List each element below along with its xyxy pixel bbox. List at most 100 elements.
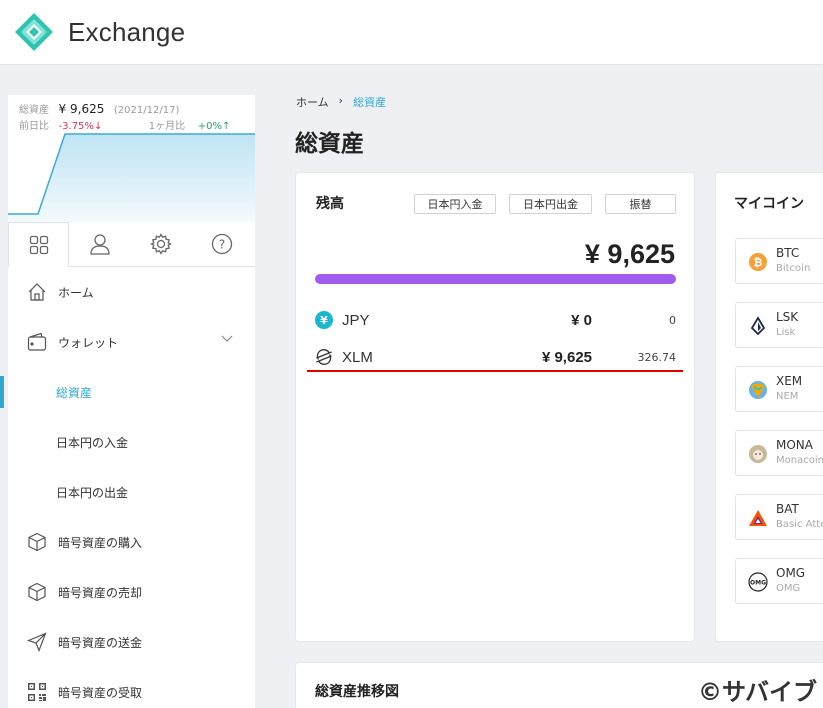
mini-chart-area (8, 134, 255, 222)
svg-text:¥: ¥ (320, 314, 328, 327)
total-summary-row: 総資産 ¥ 9,625 (2021/12/17) (19, 101, 179, 116)
sidebar-item-total-assets[interactable]: 総資産 (0, 367, 255, 417)
exchange-logo-icon[interactable] (14, 12, 54, 52)
gear-icon (149, 233, 172, 255)
user-icon (89, 234, 110, 255)
jpy-deposit-button[interactable]: 日本円入金 (414, 194, 496, 214)
sidebar-item-label: 暗号資産の受取 (58, 685, 143, 700)
sidebar-item-label: 日本円の入金 (56, 435, 129, 450)
asset-history-title: 総資産推移図 (315, 684, 399, 700)
balance-total: ¥ 9,625 (584, 239, 675, 269)
tab-account[interactable] (69, 222, 130, 266)
jpy-value: ¥ 9,625 (541, 348, 592, 366)
svg-text:OMG: OMG (750, 580, 766, 587)
sidebar-tabs: ? (8, 222, 255, 267)
coin-symbol: BAT (776, 502, 799, 516)
brand-title[interactable]: Exchange (68, 17, 185, 48)
sidebar-item-home[interactable]: ホーム (8, 267, 255, 317)
sidebar-item-label: ホーム (58, 285, 94, 300)
sidebar: 総資産 ¥ 9,625 (2021/12/17) 前日比 -3.75%↓ 1ヶ月… (0, 95, 255, 708)
balance-title: 残高 (316, 196, 344, 212)
sidebar-nav: ホーム ウォレット 総資産 日本円の入金 日本円の出金 暗号資産の購入 暗号資産… (0, 267, 255, 708)
asset-summary: 総資産 ¥ 9,625 (2021/12/17) 前日比 -3.75%↓ 1ヶ月… (8, 95, 255, 222)
coin-item-bat[interactable]: BAT Basic Atte (735, 494, 823, 540)
jpy-value: ¥ 0 (571, 311, 592, 329)
paper-plane-icon (26, 631, 48, 653)
nem-icon (749, 381, 767, 399)
page-title: 総資産 (295, 131, 364, 157)
sidebar-item-label: 暗号資産の売却 (58, 585, 143, 600)
cube-icon (26, 531, 48, 553)
sidebar-item-receive[interactable]: 暗号資産の受取 (8, 667, 255, 708)
coin-name: NEM (776, 391, 799, 402)
monacoin-icon (749, 445, 767, 463)
mini-asset-chart (8, 133, 255, 222)
cube-icon (26, 581, 48, 603)
coin-name: Basic Atte (776, 519, 823, 530)
sidebar-item-jpy-deposit[interactable]: 日本円の入金 (8, 417, 255, 467)
svg-text:?: ? (218, 238, 224, 252)
coin-amount: 0 (669, 313, 676, 327)
coin-item-omg[interactable]: OMG OMG OMG (735, 558, 823, 604)
watermark: ©サバイブ (697, 678, 817, 706)
balance-card: 残高 日本円入金 日本円出金 振替 ¥ 9,625 ¥ JPY ¥ 0 0 XL… (295, 172, 695, 642)
sidebar-item-label: 暗号資産の送金 (58, 635, 143, 650)
chevron-down-icon[interactable] (221, 335, 233, 343)
svg-text:₿: ₿ (754, 256, 763, 269)
sidebar-item-label: 総資産 (56, 385, 93, 400)
total-label: 総資産 (19, 105, 49, 116)
sidebar-item-label: 日本円の出金 (56, 485, 129, 500)
currency-name: XLM (342, 348, 373, 366)
coin-symbol: LSK (776, 310, 799, 324)
mycoins-card: マイコイン ₿ BTC Bitcoin LSK Lisk XEM NEM MON… (715, 172, 823, 642)
total-value: ¥ 9,625 (58, 102, 105, 116)
coin-name: OMG (776, 583, 801, 594)
wallet-icon (26, 331, 48, 353)
sidebar-item-jpy-withdraw[interactable]: 日本円の出金 (8, 467, 255, 517)
balance-row-jpy[interactable]: ¥ JPY ¥ 0 0 (315, 302, 676, 338)
breadcrumb-separator: › (338, 94, 344, 107)
allocation-bar (315, 274, 676, 284)
breadcrumb: ホーム › 総資産 (296, 94, 386, 110)
sidebar-item-label: ウォレット (58, 335, 119, 350)
coin-name: Bitcoin (776, 263, 811, 274)
lisk-icon (750, 316, 766, 336)
sidebar-item-label: 暗号資産の購入 (58, 535, 143, 550)
coin-amount: 326.74 (637, 350, 677, 364)
tab-dashboard[interactable] (8, 222, 69, 267)
tab-settings[interactable] (130, 222, 191, 266)
qr-code-icon (26, 681, 48, 703)
sidebar-item-buy[interactable]: 暗号資産の購入 (8, 517, 255, 567)
summary-date: (2021/12/17) (113, 105, 180, 116)
help-icon: ? (211, 233, 232, 255)
bitcoin-icon: ₿ (749, 253, 767, 271)
transfer-button[interactable]: 振替 (605, 194, 676, 214)
coin-symbol: BTC (776, 246, 800, 260)
coin-name: Monacoin (776, 455, 823, 466)
sidebar-item-send[interactable]: 暗号資産の送金 (8, 617, 255, 667)
home-icon (26, 281, 48, 303)
coin-item-btc[interactable]: ₿ BTC Bitcoin (735, 238, 823, 284)
highlight-underline (307, 370, 683, 372)
coin-symbol: MONA (776, 438, 813, 452)
yen-coin-icon: ¥ (315, 311, 333, 329)
breadcrumb-current: 総資産 (353, 96, 387, 109)
bat-icon (749, 510, 767, 526)
grid-icon (29, 235, 48, 254)
coin-item-mona[interactable]: MONA Monacoin (735, 430, 823, 476)
stellar-icon (316, 349, 332, 365)
sidebar-item-sell[interactable]: 暗号資産の売却 (8, 567, 255, 617)
omg-icon: OMG (748, 572, 768, 592)
top-bar: Exchange (0, 0, 823, 65)
coin-symbol: XEM (776, 374, 803, 388)
coin-item-xem[interactable]: XEM NEM (735, 366, 823, 412)
coin-item-lsk[interactable]: LSK Lisk (735, 302, 823, 348)
breadcrumb-home[interactable]: ホーム (296, 94, 329, 110)
mycoins-title: マイコイン (734, 196, 804, 212)
coin-name: Lisk (776, 327, 796, 338)
currency-name: JPY (342, 311, 370, 329)
jpy-withdraw-button[interactable]: 日本円出金 (509, 194, 592, 214)
tab-help[interactable]: ? (191, 222, 252, 266)
coin-symbol: OMG (776, 566, 806, 580)
sidebar-item-wallet[interactable]: ウォレット (8, 317, 255, 367)
